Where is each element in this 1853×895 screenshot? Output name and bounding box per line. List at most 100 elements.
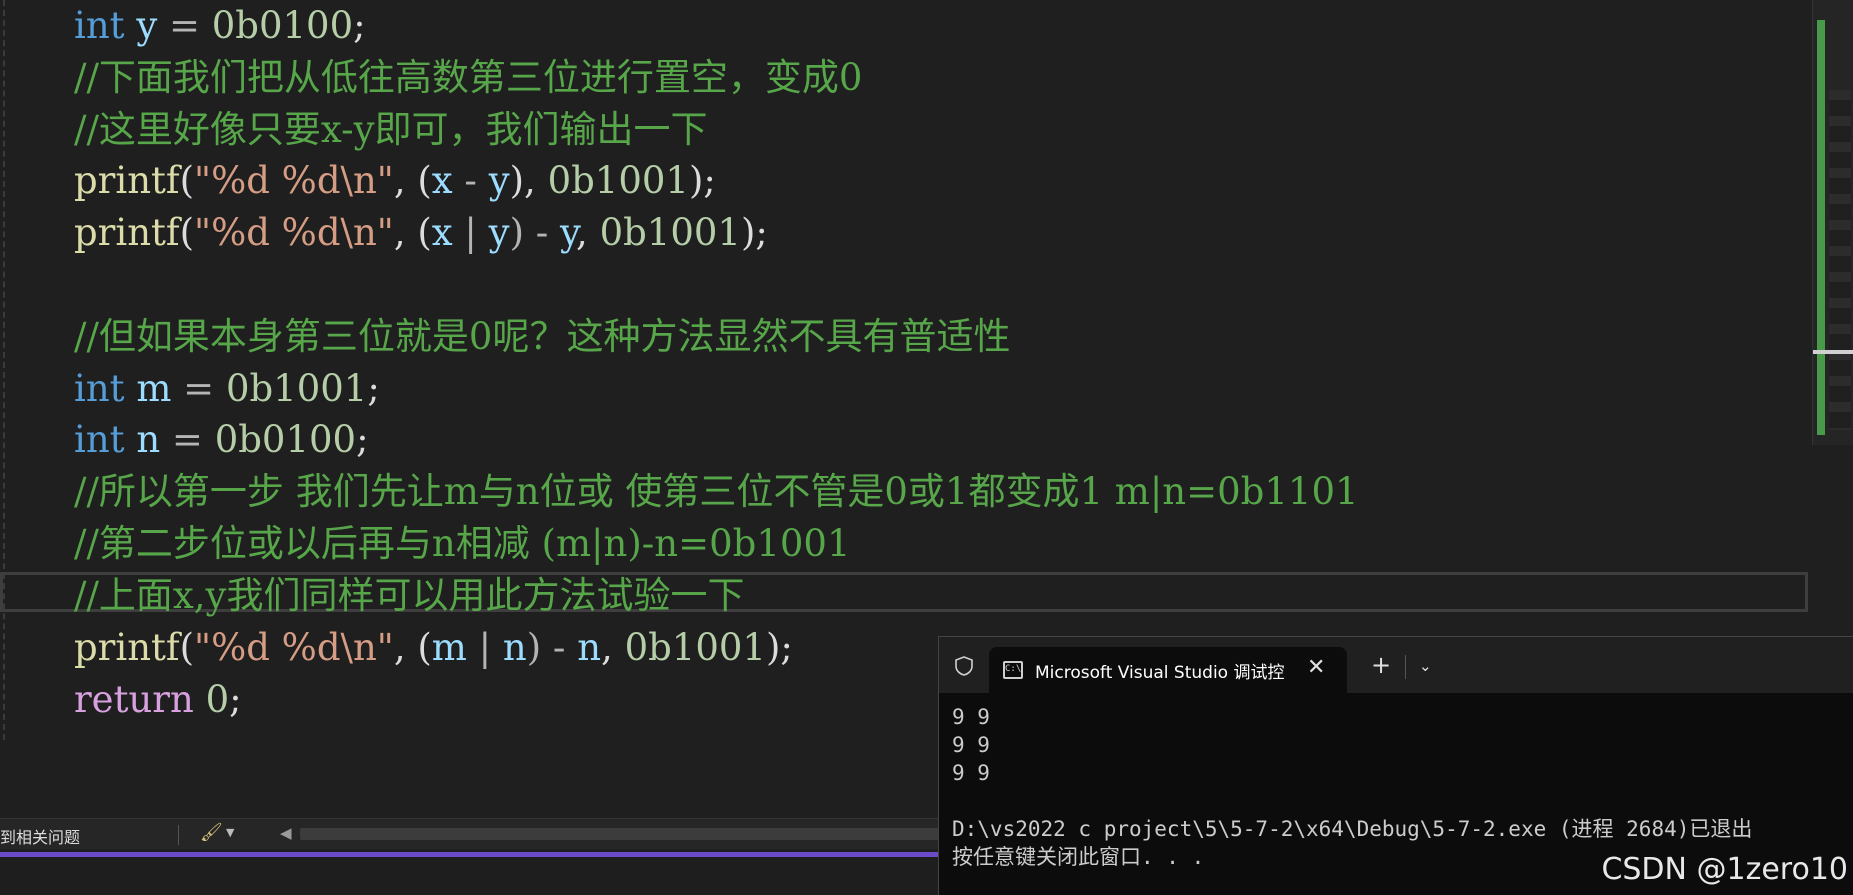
code-token: printf — [74, 626, 180, 669]
editor-status-bar: 到相关问题 🖌 ▼ ◀ — [0, 818, 1000, 849]
indent-guide — [3, 0, 5, 740]
code-token: ); — [740, 211, 768, 254]
horizontal-scrollbar[interactable] — [300, 828, 1000, 840]
console-output-line: D:\vs2022 c project\5\5-7-2\x64\Debug\5-… — [952, 817, 1753, 841]
bottom-strip — [0, 857, 1000, 894]
code-token: 0b1001 — [547, 159, 689, 202]
code-token: y — [488, 159, 510, 202]
code-token: , ( — [393, 626, 432, 669]
code-token: ) - — [509, 211, 561, 254]
code-token: = — [157, 4, 212, 47]
code-token: "%d %d\n" — [194, 159, 394, 202]
code-token: m — [136, 367, 172, 410]
code-token: //这里好像只要x-y即可，我们输出一下 — [74, 108, 708, 151]
code-token: ; — [356, 418, 369, 461]
code-line[interactable]: //这里好像只要x-y即可，我们输出一下 — [74, 104, 708, 156]
code-token: printf — [74, 211, 180, 254]
console-tab-title: Microsoft Visual Studio 调试控 — [1035, 663, 1285, 683]
code-cleanup-brush-icon[interactable]: 🖌 — [200, 822, 223, 843]
code-token: ) - — [526, 626, 578, 669]
code-token: ( — [179, 211, 195, 254]
code-token: , ( — [393, 159, 432, 202]
close-tab-button[interactable]: ✕ — [1307, 655, 1325, 680]
code-token: = — [160, 418, 215, 461]
code-line[interactable]: //下面我们把从低往高数第三位进行置空，变成0 — [74, 52, 862, 104]
code-token: , — [576, 211, 600, 254]
code-token: 0b0100 — [211, 4, 354, 47]
code-token: y — [136, 4, 158, 47]
code-line[interactable]: //但如果本身第三位就是0呢？这种方法显然不具有普适性 — [74, 311, 1010, 363]
code-token: x — [431, 211, 453, 254]
scroll-thumb[interactable] — [1813, 350, 1853, 354]
divider — [178, 825, 179, 845]
code-token: ); — [765, 626, 793, 669]
console-output-line: 9 9 — [952, 705, 990, 729]
code-token: | — [452, 211, 489, 254]
code-token: int — [74, 4, 125, 47]
code-token: printf — [74, 159, 180, 202]
console-tab[interactable]: C:\ Microsoft Visual Studio 调试控 ✕ — [989, 647, 1347, 693]
code-token: n — [136, 418, 161, 461]
code-token: 0 — [205, 678, 230, 721]
change-indicator — [1817, 20, 1825, 435]
console-titlebar: C:\ Microsoft Visual Studio 调试控 ✕ + ⌄ — [939, 637, 1853, 693]
editor-minimap-scrollbar[interactable] — [1812, 0, 1853, 445]
code-token: //所以第一步 我们先让m与n位或 使第三位不管是0或1都变成1 m|n=0b1… — [74, 470, 1359, 513]
divider — [1405, 655, 1406, 679]
code-token: ); — [688, 159, 716, 202]
code-line[interactable]: printf("%d %d\n", (x - y), 0b1001); — [74, 155, 716, 207]
terminal-icon: C:\ — [1003, 661, 1023, 679]
code-token: ( — [179, 159, 195, 202]
code-token: n — [577, 626, 602, 669]
tab-dropdown-button[interactable]: ⌄ — [1419, 657, 1432, 675]
console-output-line: 9 9 — [952, 761, 990, 785]
code-line[interactable]: printf("%d %d\n", (x | y) - y, 0b1001); — [74, 207, 768, 259]
debug-console-window[interactable]: C:\ Microsoft Visual Studio 调试控 ✕ + ⌄ 9 … — [938, 636, 1853, 895]
code-line[interactable]: int m = 0b1001; — [74, 363, 380, 415]
minimap-preview — [1829, 90, 1851, 430]
code-token: "%d %d\n" — [194, 626, 394, 669]
code-token: , — [601, 626, 625, 669]
code-line[interactable]: printf("%d %d\n", (m | n) - n, 0b1001); — [74, 622, 793, 674]
code-token: n — [502, 626, 527, 669]
shield-icon — [955, 656, 973, 676]
console-output[interactable]: 9 9 9 9 9 9 D:\vs2022 c project\5\5-7-2\x64… — [952, 703, 1853, 871]
code-token: y — [488, 211, 510, 254]
code-token: 0b1001 — [225, 367, 368, 410]
code-token: = — [171, 367, 226, 410]
code-token: //上面x,y我们同样可以用此方法试验一下 — [74, 574, 745, 617]
code-line[interactable]: //所以第一步 我们先让m与n位或 使第三位不管是0或1都变成1 m|n=0b1… — [74, 466, 1359, 518]
code-token: m — [431, 626, 467, 669]
code-token: return — [74, 678, 194, 721]
code-token: | — [466, 626, 503, 669]
code-token: "%d %d\n" — [194, 211, 394, 254]
code-token: x — [431, 159, 453, 202]
code-token: ), — [509, 159, 548, 202]
code-token: 0b1001 — [599, 211, 741, 254]
code-line[interactable]: //第二步位或以后再与n相减 (m|n)-n=0b1001 — [74, 518, 851, 570]
code-line[interactable]: return 0; — [74, 674, 242, 726]
issues-status-text[interactable]: 到相关问题 — [0, 824, 80, 848]
scroll-left-arrow-icon[interactable]: ◀ — [280, 824, 292, 842]
code-token: //但如果本身第三位就是0呢？这种方法显然不具有普适性 — [74, 315, 1011, 358]
new-tab-button[interactable]: + — [1371, 651, 1391, 679]
code-token: int — [74, 418, 125, 461]
chevron-down-icon[interactable]: ▼ — [226, 826, 234, 839]
code-token: 0b1001 — [624, 626, 766, 669]
csdn-watermark: CSDN @1zero10 — [1601, 852, 1848, 887]
code-token: - — [452, 159, 489, 202]
code-token: int — [74, 367, 125, 410]
code-line[interactable]: int y = 0b0100; — [74, 0, 366, 52]
code-token: //第二步位或以后再与n相减 (m|n)-n=0b1001 — [74, 522, 851, 565]
code-line[interactable]: int n = 0b0100; — [74, 414, 369, 466]
code-token: //下面我们把从低往高数第三位进行置空，变成0 — [74, 56, 863, 99]
code-line[interactable]: //上面x,y我们同样可以用此方法试验一下 — [74, 570, 744, 622]
code-token: y — [560, 211, 577, 254]
code-token: 0b0100 — [214, 418, 357, 461]
code-token: ; — [353, 4, 366, 47]
